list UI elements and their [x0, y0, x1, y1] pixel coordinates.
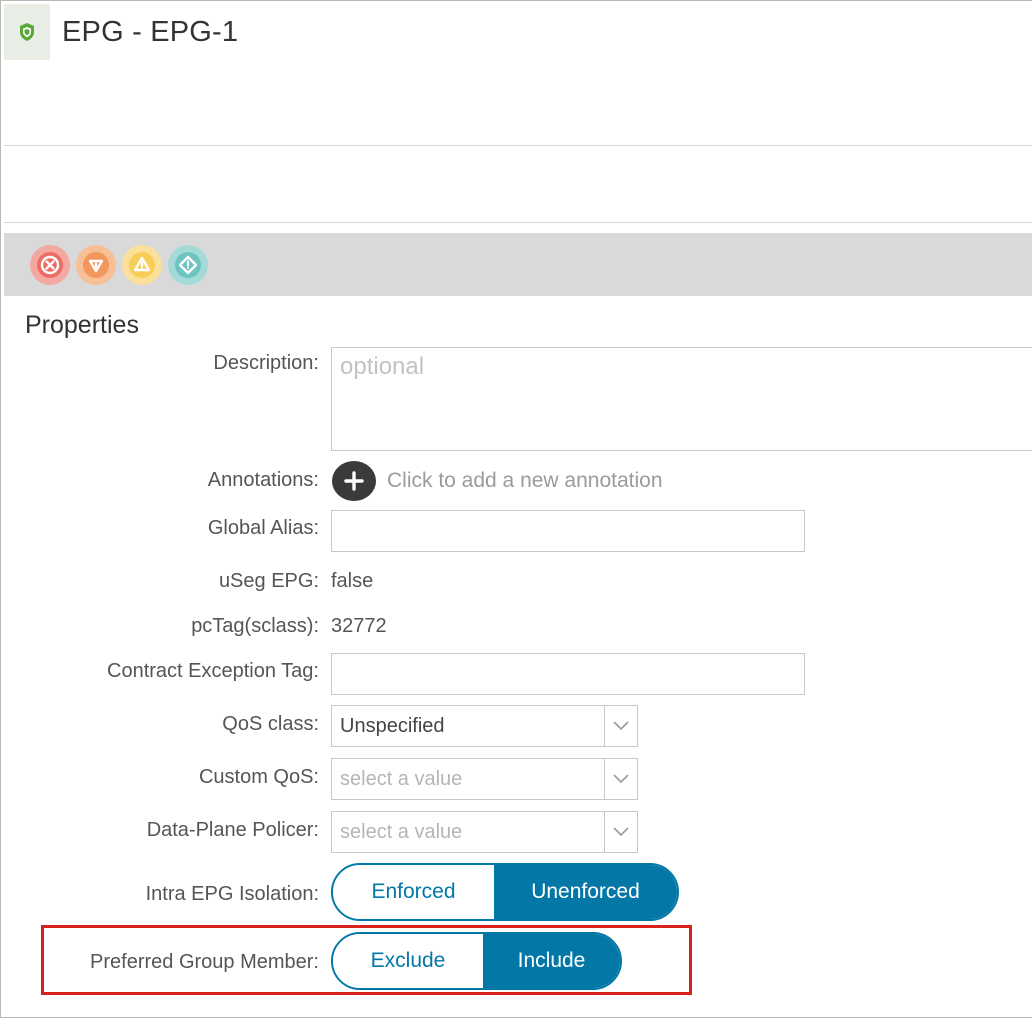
data-plane-policer-row: Data-Plane Policer: — [0, 819, 321, 842]
chevron-down-icon[interactable] — [604, 759, 637, 799]
description-input[interactable]: optional — [331, 347, 1032, 451]
properties-heading: Properties — [25, 311, 139, 339]
page-title: EPG - EPG-1 — [62, 15, 239, 48]
panel-header: EPG - EPG-1 — [4, 4, 238, 60]
chevron-down-icon[interactable] — [604, 812, 637, 852]
useg-epg-label: uSeg EPG: — [218, 570, 319, 592]
intra-epg-isolation-toggle[interactable]: Enforced Unenforced — [331, 863, 679, 921]
description-row: Description: — [0, 352, 321, 375]
description-label: Description: — [213, 352, 319, 374]
global-alias-label: Global Alias: — [207, 517, 319, 539]
custom-qos-row: Custom QoS: — [0, 766, 321, 789]
unenforced-option[interactable]: Unenforced — [494, 865, 677, 919]
custom-qos-placeholder: select a value — [340, 767, 463, 790]
global-alias-input[interactable] — [331, 510, 805, 552]
pctag-row: pcTag(sclass): 32772 — [0, 615, 387, 638]
add-annotation-button[interactable]: Click to add a new annotation — [332, 461, 663, 501]
toolbar-divider — [4, 222, 1032, 223]
contract-exception-tag-label: Contract Exception Tag: — [107, 660, 319, 682]
minor-fault-icon[interactable] — [122, 244, 162, 285]
warning-fault-icon[interactable] — [168, 244, 208, 285]
qos-class-select[interactable]: Unspecified — [331, 705, 638, 747]
description-placeholder: optional — [340, 353, 425, 380]
major-fault-icon[interactable] — [76, 244, 116, 285]
highlight-box — [41, 925, 692, 995]
add-annotation-hint: Click to add a new annotation — [387, 469, 663, 492]
header-divider — [4, 145, 1032, 146]
intra-epg-isolation-row: Intra EPG Isolation: — [0, 883, 321, 906]
useg-epg-row: uSeg EPG: false — [0, 570, 373, 593]
qos-class-value: Unspecified — [340, 714, 445, 737]
pctag-value: 32772 — [331, 615, 387, 637]
pctag-label: pcTag(sclass): — [191, 615, 319, 637]
plus-icon — [332, 461, 376, 501]
custom-qos-label: Custom QoS: — [198, 766, 319, 788]
useg-epg-value: false — [331, 570, 374, 592]
qos-class-row: QoS class: — [0, 713, 321, 736]
global-alias-row: Global Alias: — [0, 517, 321, 540]
critical-fault-icon[interactable] — [30, 244, 70, 285]
annotations-row: Annotations: — [0, 469, 321, 492]
contract-exception-tag-input[interactable] — [331, 653, 805, 695]
qos-class-label: QoS class: — [222, 713, 319, 735]
custom-qos-select[interactable]: select a value — [331, 758, 638, 800]
fault-counts-bar — [4, 233, 1032, 296]
shield-icon — [20, 23, 34, 41]
data-plane-policer-select[interactable]: select a value — [331, 811, 638, 853]
enforced-option[interactable]: Enforced — [333, 865, 494, 919]
data-plane-policer-placeholder: select a value — [340, 820, 463, 843]
annotations-label: Annotations: — [207, 469, 319, 491]
contract-exception-tag-row: Contract Exception Tag: — [0, 660, 321, 683]
data-plane-policer-label: Data-Plane Policer: — [146, 819, 319, 841]
intra-epg-isolation-label: Intra EPG Isolation: — [145, 883, 319, 905]
chevron-down-icon[interactable] — [604, 706, 637, 746]
epg-badge — [4, 4, 50, 60]
